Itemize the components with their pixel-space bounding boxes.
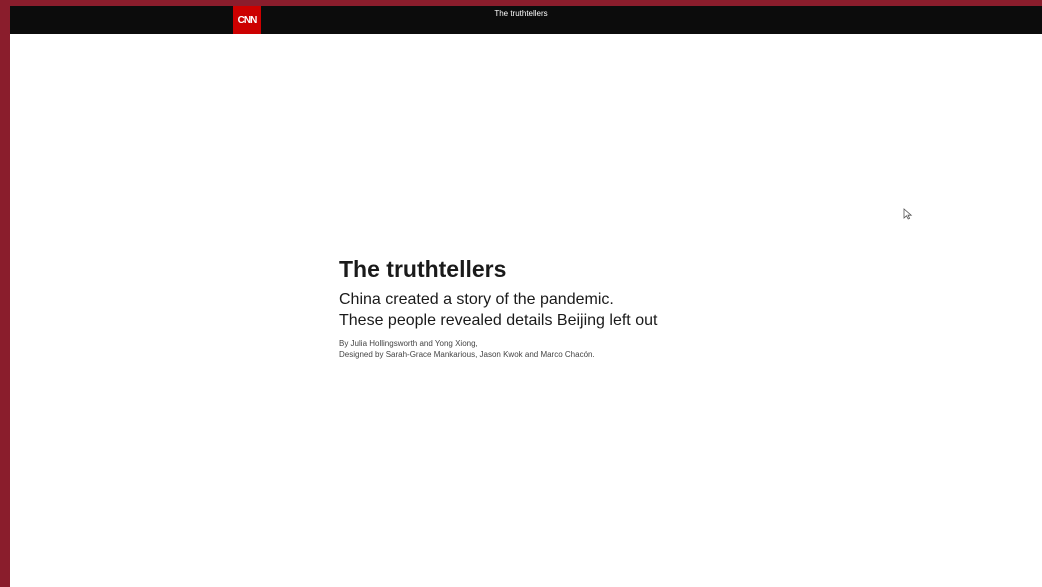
cnn-logo-text: CNN [237, 14, 258, 26]
subheadline-line-1: China created a story of the pandemic. [339, 291, 614, 308]
browser-page: CNN The truthtellers China created a sto… [10, 6, 1042, 587]
article-byline: By Julia Hollingsworth and Yong Xiong, D… [339, 338, 759, 360]
article-header: The truthtellers China created a story o… [339, 255, 759, 360]
top-navigation-bar: CNN [10, 6, 1042, 34]
design-credit: Designed by Sarah-Grace Mankarious, Jaso… [339, 350, 595, 359]
cnn-logo[interactable]: CNN [233, 6, 261, 34]
article-subheadline: China created a story of the pandemic. T… [339, 289, 759, 331]
subheadline-line-2: These people revealed details Beijing le… [339, 312, 658, 329]
article-headline: The truthtellers [339, 256, 507, 282]
mouse-pointer-icon [903, 208, 913, 220]
author-credit: By Julia Hollingsworth and Yong Xiong, [339, 339, 478, 348]
